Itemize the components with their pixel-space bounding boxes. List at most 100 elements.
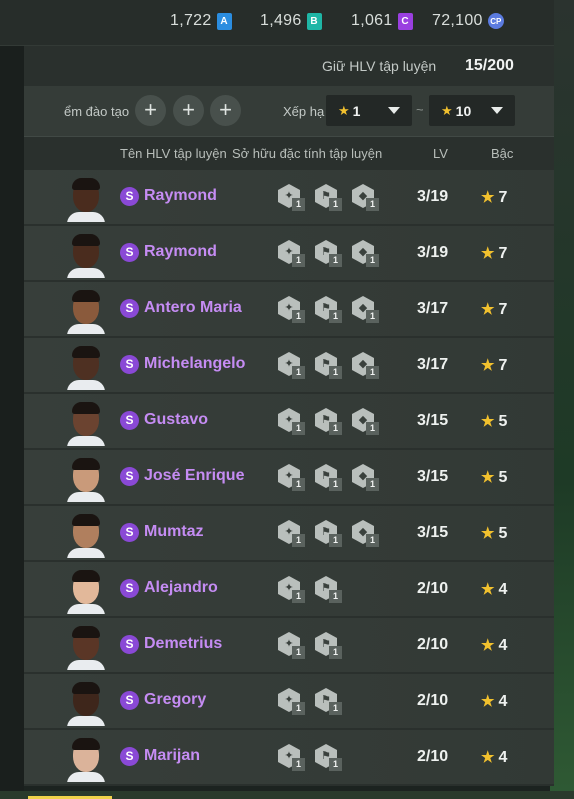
header-lv[interactable]: LV [433,146,448,161]
coach-row[interactable]: S Marijan ✦ 1 ⚑ 1 2/10 ★ 4 [24,730,554,784]
coach-row[interactable]: S Demetrius ✦ 1 ⚑ 1 2/10 ★ 4 [24,618,554,672]
trait-level: 1 [329,310,342,323]
grade-value: 4 [498,693,508,710]
min-rank-dropdown[interactable]: ★ 1 [326,95,412,126]
chevron-down-icon [491,107,503,114]
grade-value: 5 [498,469,508,486]
trait-icon: ✦ 1 [278,296,305,324]
trait-level: 1 [292,534,305,547]
trait-list: ✦ 1 ⚑ 1 [278,632,352,660]
coach-level: 3/19 [417,188,449,205]
trait-icon: ◆ 1 [352,240,379,268]
header-coach-name[interactable]: Tên HLV tập luyện [120,146,227,161]
grade-value: 5 [498,525,508,542]
star-icon: ★ [481,637,495,654]
coach-level: 3/19 [417,244,449,261]
trait-level: 1 [366,254,379,267]
coach-row[interactable]: S Michelangelo ✦ 1 ⚑ 1 ◆ 1 3/17 ★ 7 [24,338,554,392]
coach-name: Mumtaz [144,523,204,540]
coach-avatar [64,174,108,222]
rarity-badge-icon: S [120,691,139,710]
trait-level: 1 [292,422,305,435]
coach-row[interactable]: S Antero Maria ✦ 1 ⚑ 1 ◆ 1 3/17 ★ 7 [24,282,554,336]
grade-value: 7 [498,189,508,206]
max-rank-value: 10 [455,102,472,119]
avatar-hair [72,682,100,694]
grade-value: 7 [498,357,508,374]
avatar-shirt [67,212,105,222]
rarity-badge-icon: S [120,579,139,598]
star-icon: ★ [481,693,495,710]
a-badge-icon: A [216,12,232,30]
coach-row[interactable]: S Gregory ✦ 1 ⚑ 1 2/10 ★ 4 [24,674,554,728]
coach-avatar [64,622,108,670]
trait-icon: ✦ 1 [278,352,305,380]
coach-avatar [64,230,108,278]
add-slot-button-3[interactable]: + [210,95,241,126]
grade-value: 5 [498,413,508,430]
rarity-badge-icon: S [120,411,139,430]
coach-grade: ★ 7 [481,188,507,207]
coach-row[interactable]: S Raymond ✦ 1 ⚑ 1 ◆ 1 3/19 ★ 7 [24,170,554,224]
trait-list: ✦ 1 ⚑ 1 [278,744,352,772]
trait-icon: ⚑ 1 [315,240,342,268]
currency-b: 1,496 B [260,12,322,30]
bottom-strip [0,791,574,799]
trait-icon: ✦ 1 [278,408,305,436]
avatar-shirt [67,660,105,670]
coach-avatar [64,342,108,390]
trait-level: 1 [329,254,342,267]
trait-icon: ⚑ 1 [315,184,342,212]
coach-row[interactable]: S Alejandro ✦ 1 ⚑ 1 2/10 ★ 4 [24,562,554,616]
coach-grade: ★ 5 [481,412,507,431]
add-slot-button-1[interactable]: + [135,95,166,126]
trait-list: ✦ 1 ⚑ 1 ◆ 1 [278,520,389,548]
trait-list: ✦ 1 ⚑ 1 ◆ 1 [278,352,389,380]
add-slot-button-2[interactable]: + [173,95,204,126]
coach-row[interactable]: S José Enrique ✦ 1 ⚑ 1 ◆ 1 3/15 ★ 5 [24,450,554,504]
coach-grade: ★ 5 [481,524,507,543]
avatar-hair [72,234,100,246]
coach-avatar [64,286,108,334]
coach-avatar [64,398,108,446]
rarity-badge-icon: S [120,299,139,318]
coach-row[interactable]: S Raymond ✦ 1 ⚑ 1 ◆ 1 3/19 ★ 7 [24,226,554,280]
avatar-shirt [67,436,105,446]
trait-level: 1 [329,646,342,659]
trait-icon: ✦ 1 [278,464,305,492]
avatar-hair [72,402,100,414]
trait-icon: ⚑ 1 [315,744,342,772]
trait-level: 1 [329,198,342,211]
coach-row[interactable]: S Gustavo ✦ 1 ⚑ 1 ◆ 1 3/15 ★ 5 [24,394,554,448]
avatar-hair [72,514,100,526]
star-icon: ★ [441,102,453,118]
currency-bar: 1,722 A 1,496 B 1,061 C 72,100 CP [0,0,554,46]
coach-row[interactable]: S Mumtaz ✦ 1 ⚑ 1 ◆ 1 3/15 ★ 5 [24,506,554,560]
trait-level: 1 [329,758,342,771]
coach-list-panel: Giữ HLV tập luyện 15/200 ểm đào tạo + + … [24,46,554,786]
coach-level: 2/10 [417,692,449,709]
star-icon: ★ [481,245,495,262]
holder-label: Giữ HLV tập luyện [322,58,437,74]
trait-icon: ◆ 1 [352,520,379,548]
coach-avatar [64,566,108,614]
trait-list: ✦ 1 ⚑ 1 ◆ 1 [278,296,389,324]
trait-level: 1 [366,366,379,379]
trait-level: 1 [329,478,342,491]
max-rank-dropdown[interactable]: ★ 10 [429,95,515,126]
coach-name: Michelangelo [144,355,246,372]
rarity-badge-icon: S [120,747,139,766]
coach-name: Gregory [144,691,207,708]
header-grade[interactable]: Bậc [491,146,513,161]
star-icon: ★ [481,525,495,542]
coach-name: Alejandro [144,579,218,596]
coach-grade: ★ 5 [481,468,507,487]
header-traits[interactable]: Sở hữu đặc tính tập luyện [232,146,382,161]
training-points-label: ểm đào tạo [64,104,130,119]
rarity-badge-icon: S [120,467,139,486]
b-badge-icon: B [306,12,322,30]
avatar-shirt [67,268,105,278]
trait-icon: ◆ 1 [352,352,379,380]
avatar-hair [72,738,100,750]
coach-grade: ★ 4 [481,748,507,767]
